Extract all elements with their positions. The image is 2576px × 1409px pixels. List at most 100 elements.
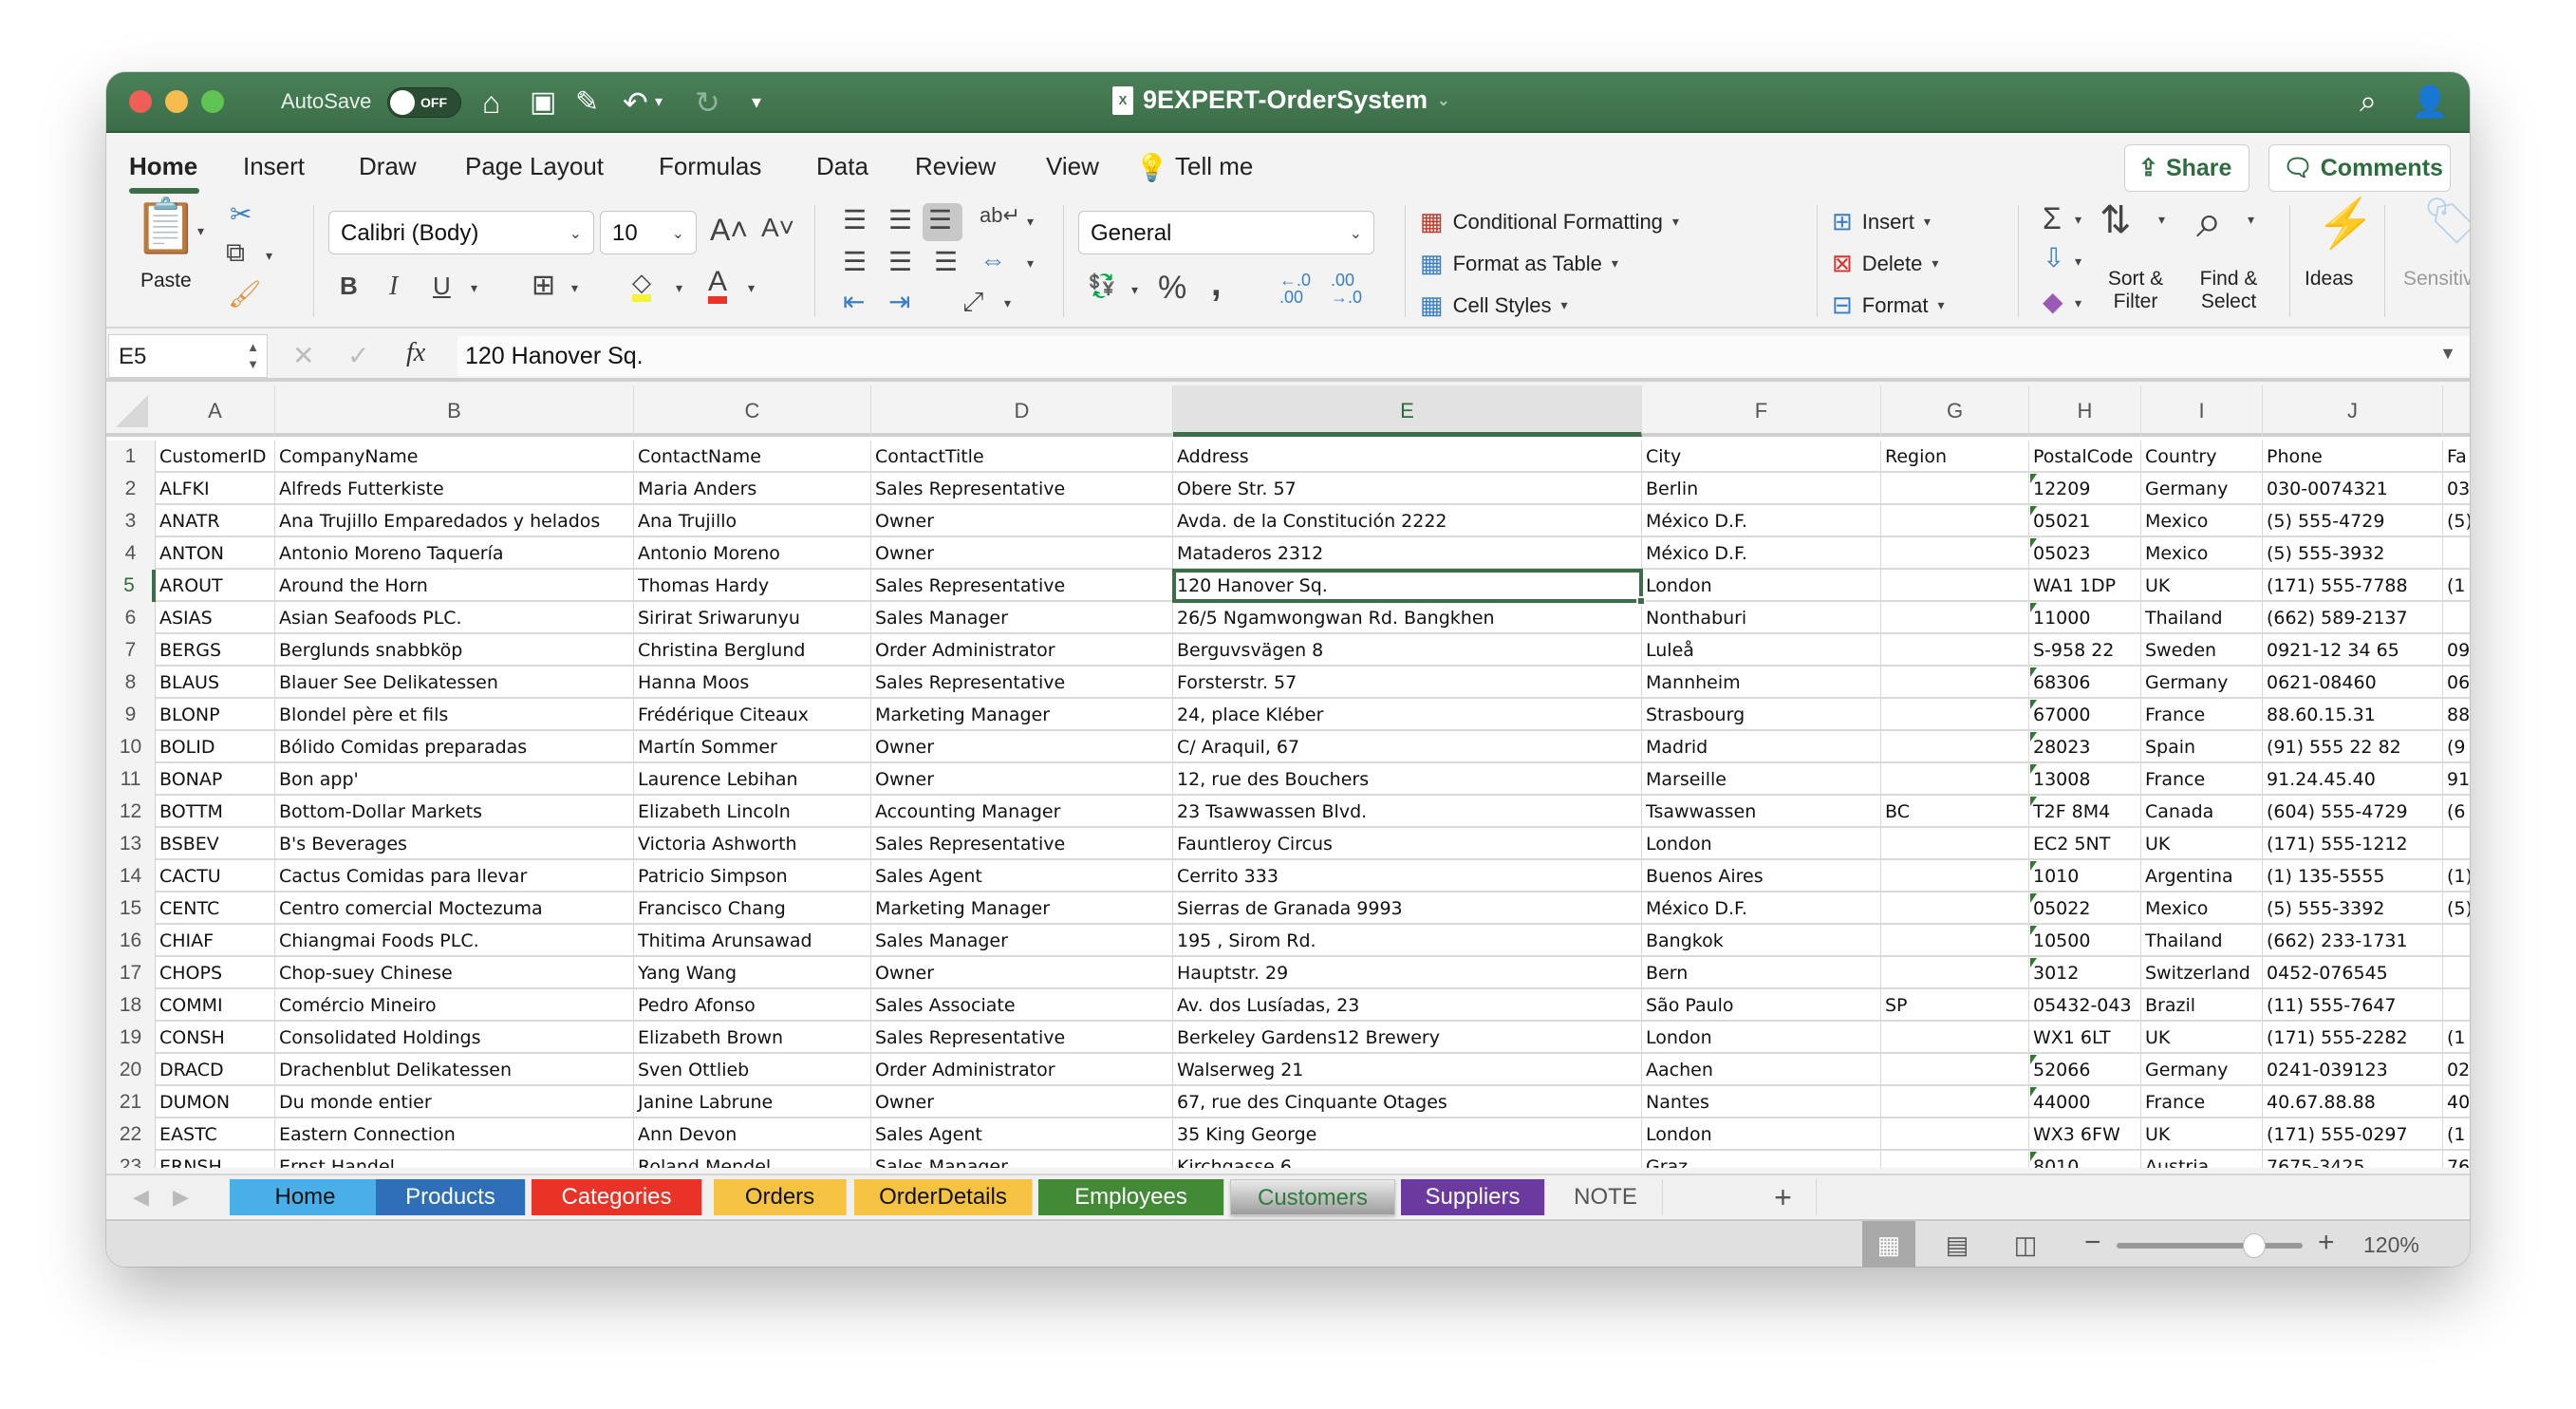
cell[interactable]: México D.F. [1642,537,1881,570]
cell[interactable]: 91.24.45.40 [2263,763,2443,796]
cell[interactable]: CustomerID [156,441,275,473]
insert-function-icon[interactable]: fx [406,338,425,368]
align-right-icon[interactable]: ☰ [934,249,958,275]
column-header-j[interactable]: J [2263,385,2443,437]
share-people-icon[interactable]: 👤 [2411,84,2449,120]
cell[interactable]: Drachenblut Delikatessen [275,1054,634,1086]
fill-handle[interactable] [1636,596,1646,606]
clear-chevron-icon[interactable]: ▾ [2075,296,2081,310]
cell[interactable]: 09 [2443,634,2470,667]
cell[interactable]: UK [2141,570,2263,602]
wrap-text-icon[interactable]: ab↵ [980,205,1020,226]
fill-color-icon[interactable]: ◇ [632,270,651,302]
column-header-h[interactable]: H [2029,385,2141,437]
paste-clipboard-icon[interactable]: 📋 [133,199,199,253]
cell[interactable] [1881,1086,2029,1118]
worksheet-grid[interactable]: ABCDEFGHIJ 1 CustomerID CompanyName Contact… [106,385,2470,1168]
cell[interactable]: Brazil [2141,989,2263,1022]
cell[interactable]: UK [2141,1118,2263,1151]
decrease-decimal-icon[interactable]: .00 →.0 [1331,272,1362,306]
cell[interactable]: Aachen [1642,1054,1881,1086]
formula-input[interactable]: 120 Hanover Sq. [457,336,2470,376]
cell[interactable]: 67000 [2029,699,2141,731]
cell[interactable]: Canada [2141,796,2263,828]
cell[interactable]: BLONP [156,699,275,731]
cell[interactable]: Berglunds snabbköp [275,634,634,667]
cell[interactable]: T2F 8M4 [2029,796,2141,828]
cell[interactable]: Francisco Chang [634,892,871,925]
find-select-label[interactable]: Find & Select [2191,268,2267,313]
paste-label[interactable]: Paste [140,270,192,292]
cell[interactable]: Mannheim [1642,667,1881,699]
cell[interactable]: Marseille [1642,763,1881,796]
autosum-chevron-icon[interactable]: ▾ [2075,213,2081,226]
cell[interactable]: Asian Seafoods PLC. [275,602,634,634]
align-bottom-icon[interactable]: ☰ [928,207,952,234]
cell[interactable]: CONSH [156,1022,275,1054]
cell[interactable]: Thomas Hardy [634,570,871,602]
save-icon[interactable]: ▣ [530,84,556,122]
cell[interactable]: Nantes [1642,1086,1881,1118]
cell[interactable] [1881,570,2029,602]
cut-scissors-icon[interactable]: ✂ [230,201,252,228]
cell[interactable]: BLAUS [156,667,275,699]
cell[interactable]: Maria Anders [634,473,871,505]
undo-icon[interactable]: ↶ [623,84,648,122]
cell[interactable]: 91 [2443,763,2470,796]
cell[interactable]: Germany [2141,1054,2263,1086]
cell[interactable]: Sales Representative [871,1022,1173,1054]
cell[interactable]: BC [1881,796,2029,828]
cell[interactable]: 06 [2443,667,2470,699]
row-header[interactable]: 19 [106,1022,156,1054]
cell[interactable] [1881,763,2029,796]
align-left-icon[interactable]: ☰ [843,249,867,275]
row-header[interactable]: 16 [106,925,156,957]
row-header[interactable]: 11 [106,763,156,796]
cell[interactable]: Berguvsvägen 8 [1173,634,1642,667]
cell[interactable]: Argentina [2141,860,2263,892]
cell[interactable]: ANATR [156,505,275,537]
sheet-tab-employees[interactable]: Employees [1038,1179,1224,1215]
cell[interactable] [1881,925,2029,957]
row-header[interactable]: 4 [106,537,156,570]
cell[interactable]: Victoria Ashworth [634,828,871,860]
cell[interactable] [1881,892,2029,925]
cell[interactable]: 26/5 Ngamwongwan Rd. Bangkhen [1173,602,1642,634]
cell[interactable]: WX3 6FW [2029,1118,2141,1151]
cell[interactable]: CHIAF [156,925,275,957]
cell[interactable]: Sven Ottlieb [634,1054,871,1086]
cell[interactable]: CACTU [156,860,275,892]
cell[interactable] [1881,957,2029,989]
cell[interactable]: (171) 555-0297 [2263,1118,2443,1151]
cell[interactable]: 44000 [2029,1086,2141,1118]
cell[interactable]: 05023 [2029,537,2141,570]
cell[interactable]: CompanyName [275,441,634,473]
cell[interactable]: 1010 [2029,860,2141,892]
cell[interactable]: Berkeley Gardens12 Brewery [1173,1022,1642,1054]
cell[interactable]: WA1 1DP [2029,570,2141,602]
cancel-x-icon[interactable]: ✕ [292,340,314,371]
cell[interactable]: Yang Wang [634,957,871,989]
cell[interactable]: ContactTitle [871,441,1173,473]
cell[interactable]: 3012 [2029,957,2141,989]
cell[interactable]: Du monde entier [275,1086,634,1118]
cell[interactable]: Thailand [2141,925,2263,957]
cell[interactable]: COMMI [156,989,275,1022]
cell[interactable]: Strasbourg [1642,699,1881,731]
cell[interactable]: Sales Manager [871,925,1173,957]
cell[interactable]: Mataderos 2312 [1173,537,1642,570]
cell[interactable]: Chiangmai Foods PLC. [275,925,634,957]
sort-filter-label[interactable]: Sort & Filter [2098,268,2174,313]
cell[interactable] [1881,699,2029,731]
cell[interactable]: Bon app' [275,763,634,796]
row-header[interactable]: 20 [106,1054,156,1086]
cell[interactable]: City [1642,441,1881,473]
cell[interactable]: AROUT [156,570,275,602]
borders-icon[interactable]: ⊞ [532,272,555,300]
row-header[interactable]: 5 [106,570,156,602]
clear-eraser-icon[interactable]: ◆ [2043,289,2063,315]
cell[interactable]: Martín Sommer [634,731,871,763]
cell[interactable]: Roland Mendel [634,1151,871,1168]
increase-decimal-icon[interactable]: ←.0.00 [1279,272,1311,306]
find-magnifier-icon[interactable]: ⌕ [2196,199,2222,245]
